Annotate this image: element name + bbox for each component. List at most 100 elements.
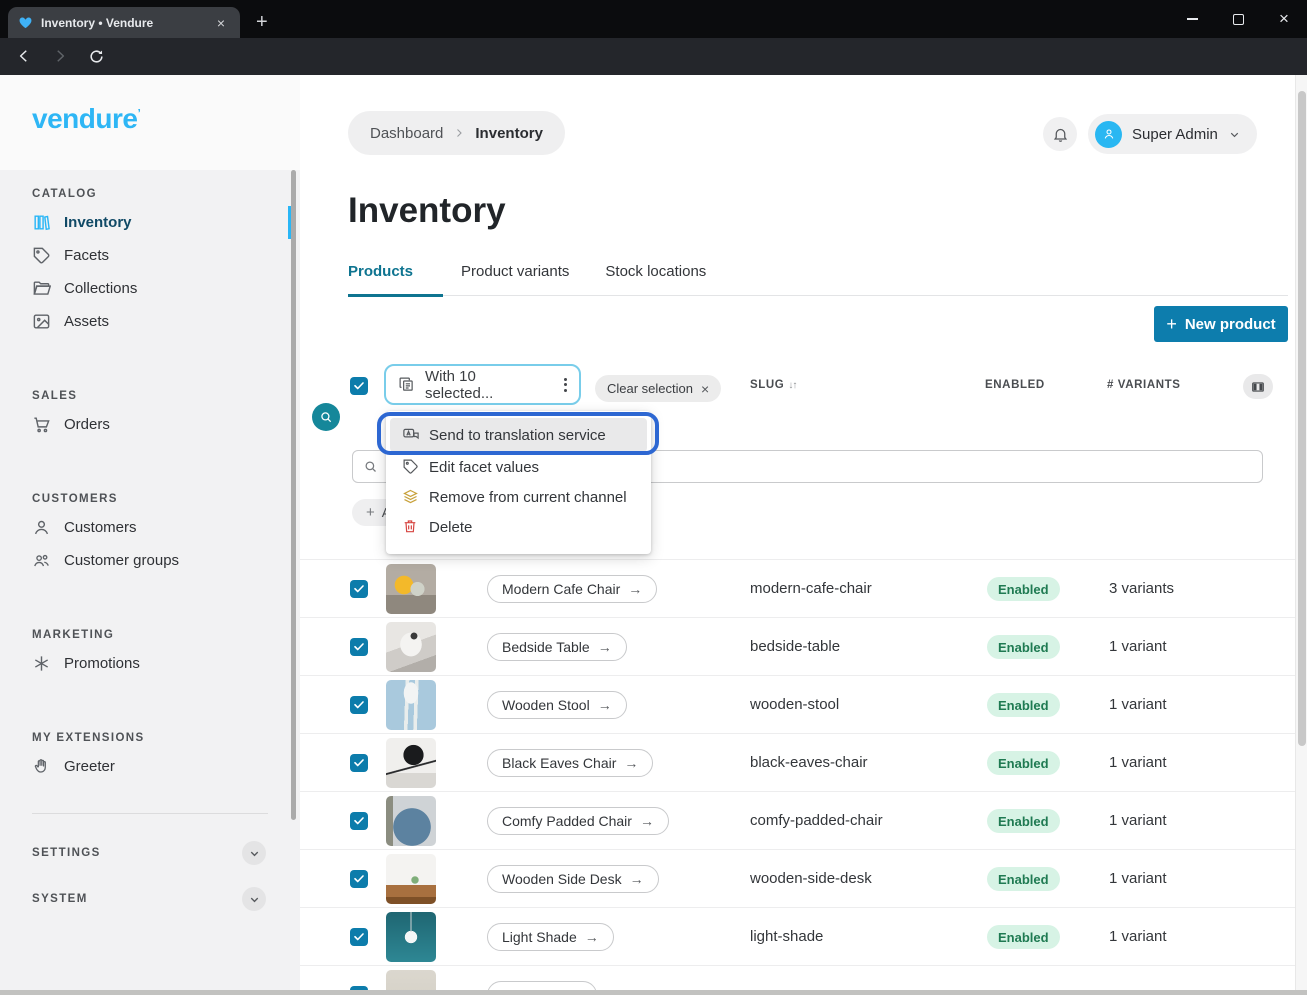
arrow-right-icon: →: [598, 639, 612, 655]
product-name-link[interactable]: Black Eaves Chair→: [487, 749, 653, 777]
close-icon: ×: [701, 381, 709, 397]
page-scrollbar[interactable]: [1295, 75, 1307, 995]
browser-tab[interactable]: Inventory • Vendure ×: [8, 7, 240, 38]
table-row[interactable]: Wooden Stool→ wooden-stool Enabled 1 var…: [300, 675, 1295, 733]
sort-icon[interactable]: ↓↑: [788, 380, 796, 391]
new-product-button[interactable]: + New product: [1154, 306, 1288, 342]
forward-button[interactable]: [48, 44, 72, 68]
vendure-admin-app: vendureʼ CATALOG Inventory Facets Collec…: [0, 75, 1307, 995]
sidebar-scrollbar[interactable]: [291, 170, 296, 820]
sidebar-item-assets[interactable]: Assets: [0, 305, 300, 338]
column-settings-button[interactable]: [1243, 374, 1273, 399]
sidebar-item-label: Greeter: [64, 758, 115, 775]
row-checkbox[interactable]: [350, 580, 368, 598]
person-icon: [1102, 127, 1116, 141]
window-minimize-button[interactable]: [1169, 0, 1215, 38]
products-table: Modern Cafe Chair→ modern-cafe-chair Ena…: [300, 559, 1295, 995]
sidebar-item-customers[interactable]: Customers: [0, 511, 300, 544]
sidebar-section-system[interactable]: SYSTEM: [0, 882, 300, 916]
trash-icon: [402, 518, 420, 536]
sidebar-item-collections[interactable]: Collections: [0, 272, 300, 305]
section-title-marketing: MARKETING: [32, 629, 300, 641]
columns-icon: [1251, 380, 1265, 394]
product-name-link[interactable]: Wooden Side Desk→: [487, 865, 659, 893]
variant-count: 1 variant: [1109, 638, 1167, 655]
copy-pages-icon: [398, 376, 415, 393]
sidebar-item-inventory[interactable]: Inventory: [0, 206, 300, 239]
search-icon: [363, 459, 378, 474]
variant-count: 1 variant: [1109, 812, 1167, 829]
product-name-link[interactable]: Modern Cafe Chair→: [487, 575, 657, 603]
breadcrumb-dashboard-link[interactable]: Dashboard: [370, 125, 443, 142]
clear-selection-button[interactable]: Clear selection ×: [595, 375, 721, 402]
person-icon: [32, 518, 51, 537]
table-row[interactable]: Light Shade→ light-shade Enabled 1 varia…: [300, 907, 1295, 965]
row-checkbox[interactable]: [350, 928, 368, 946]
sidebar-item-label: Customer groups: [64, 552, 179, 569]
sidebar-item-label: Assets: [64, 313, 109, 330]
back-button[interactable]: [12, 44, 36, 68]
chevron-down-icon[interactable]: [242, 841, 266, 865]
tab-product-variants[interactable]: Product variants: [443, 261, 587, 296]
image-icon: [32, 312, 51, 331]
select-all-checkbox[interactable]: [350, 377, 368, 395]
sidebar-item-greeter[interactable]: Greeter: [0, 750, 300, 783]
menu-item-remove-from-channel[interactable]: Remove from current channel: [390, 482, 647, 512]
column-header-enabled: ENABLED: [985, 379, 1045, 391]
search-toggle-button[interactable]: [312, 403, 340, 431]
bulk-actions-button[interactable]: With 10 selected...: [384, 364, 581, 405]
tag-icon: [32, 246, 51, 265]
table-row[interactable]: Black Eaves Chair→ black-eaves-chair Ena…: [300, 733, 1295, 791]
row-checkbox[interactable]: [350, 812, 368, 830]
product-thumbnail: [386, 680, 436, 730]
row-checkbox[interactable]: [350, 696, 368, 714]
row-checkbox[interactable]: [350, 754, 368, 772]
notifications-button[interactable]: [1043, 117, 1077, 151]
tab-close-icon[interactable]: ×: [212, 14, 230, 32]
table-row[interactable]: Wooden Side Desk→ wooden-side-desk Enabl…: [300, 849, 1295, 907]
table-row[interactable]: Comfy Padded Chair→ comfy-padded-chair E…: [300, 791, 1295, 849]
product-name-link[interactable]: Wooden Stool→: [487, 691, 627, 719]
sidebar-item-label: Inventory: [64, 214, 132, 231]
window-maximize-button[interactable]: [1215, 0, 1261, 38]
kebab-menu-icon[interactable]: [564, 378, 567, 392]
product-thumbnail: [386, 564, 436, 614]
menu-item-send-to-translation[interactable]: Send to translation service: [390, 418, 647, 452]
new-tab-button[interactable]: +: [256, 12, 268, 32]
reload-button[interactable]: [84, 44, 108, 68]
sidebar: vendureʼ CATALOG Inventory Facets Collec…: [0, 75, 300, 995]
user-menu[interactable]: Super Admin: [1088, 114, 1257, 154]
status-badge: Enabled: [987, 867, 1060, 891]
forward-icon: [51, 47, 69, 65]
menu-item-delete[interactable]: Delete: [390, 512, 647, 542]
menu-item-edit-facet-values[interactable]: Edit facet values: [390, 452, 647, 482]
product-name-link[interactable]: Light Shade→: [487, 923, 614, 951]
window-bottom-edge: [0, 990, 1307, 995]
tab-products[interactable]: Products: [348, 261, 443, 296]
sidebar-item-promotions[interactable]: Promotions: [0, 647, 300, 680]
column-header-slug[interactable]: SLUG↓↑: [750, 379, 796, 391]
avatar: [1095, 121, 1122, 148]
product-name-link[interactable]: Comfy Padded Chair→: [487, 807, 669, 835]
variant-count: 1 variant: [1109, 928, 1167, 945]
arrow-right-icon: →: [630, 871, 644, 887]
tab-stock-locations[interactable]: Stock locations: [587, 261, 724, 296]
page-title: Inventory: [348, 191, 506, 231]
sidebar-item-customer-groups[interactable]: Customer groups: [0, 544, 300, 577]
sidebar-item-orders[interactable]: Orders: [0, 408, 300, 441]
sidebar-item-label: Facets: [64, 247, 109, 264]
row-checkbox[interactable]: [350, 638, 368, 656]
window-close-button[interactable]: ×: [1261, 0, 1307, 38]
sidebar-item-facets[interactable]: Facets: [0, 239, 300, 272]
sidebar-section-settings[interactable]: SETTINGS: [0, 836, 300, 870]
main-content: Dashboard Inventory Super Admin Inventor…: [300, 75, 1307, 995]
product-name-link[interactable]: Bedside Table→: [487, 633, 627, 661]
table-row[interactable]: Modern Cafe Chair→ modern-cafe-chair Ena…: [300, 559, 1295, 617]
section-title-my-extensions: MY EXTENSIONS: [32, 732, 300, 744]
arrow-right-icon: →: [624, 755, 638, 771]
table-row[interactable]: Bedside Table→ bedside-table Enabled 1 v…: [300, 617, 1295, 675]
sidebar-item-label: Orders: [64, 416, 110, 433]
row-checkbox[interactable]: [350, 870, 368, 888]
scrollbar-thumb[interactable]: [1298, 91, 1306, 746]
chevron-down-icon[interactable]: [242, 887, 266, 911]
